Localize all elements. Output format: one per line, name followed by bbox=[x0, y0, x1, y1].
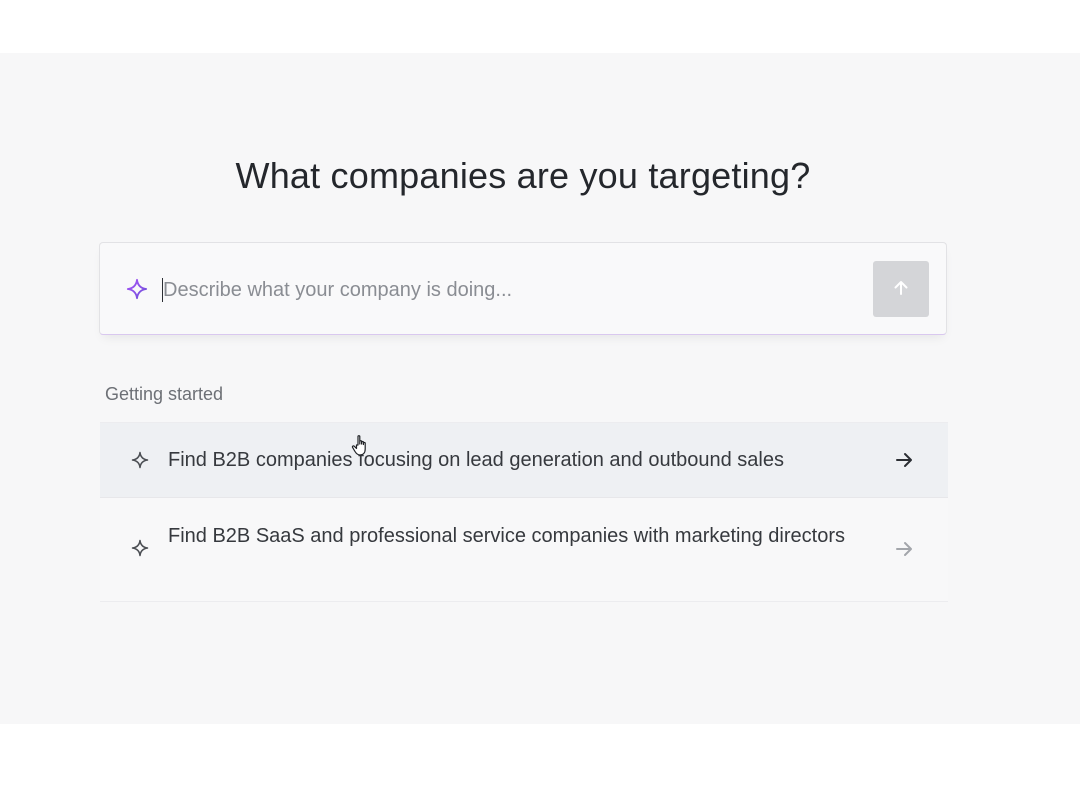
suggestion-item[interactable]: Find B2B companies focusing on lead gene… bbox=[100, 423, 948, 498]
arrow-up-icon bbox=[891, 278, 911, 301]
page-title: What companies are you targeting? bbox=[235, 155, 811, 196]
getting-started-label: Getting started bbox=[105, 384, 224, 404]
suggestion-item[interactable]: Find B2B SaaS and professional service c… bbox=[100, 498, 948, 601]
suggestion-text: Find B2B SaaS and professional service c… bbox=[168, 525, 845, 547]
suggestion-list: Find B2B companies focusing on lead gene… bbox=[100, 422, 948, 602]
company-description-input[interactable] bbox=[163, 273, 843, 307]
send-button[interactable] bbox=[873, 261, 929, 317]
suggestion-text: Find B2B companies focusing on lead gene… bbox=[168, 449, 784, 471]
prompt-box[interactable] bbox=[99, 242, 947, 335]
